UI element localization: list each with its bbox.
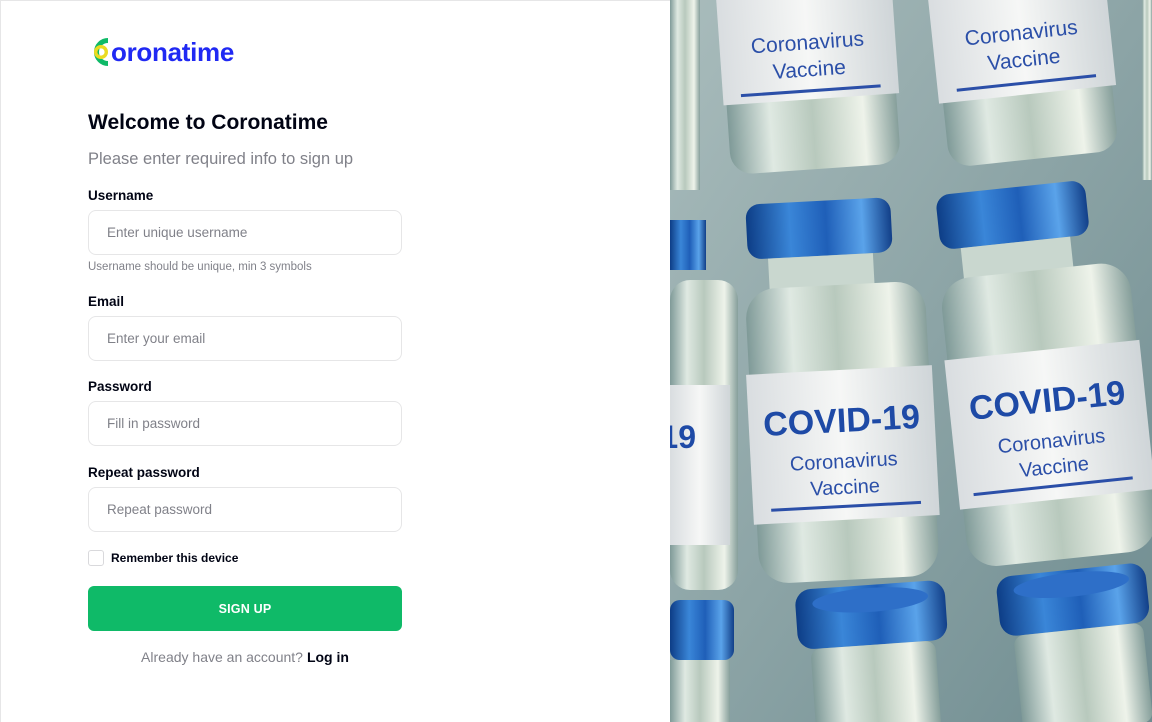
username-input[interactable] [88, 210, 402, 255]
svg-text:Vaccine: Vaccine [810, 475, 881, 501]
email-input[interactable] [88, 316, 402, 361]
remember-device-label[interactable]: Remember this device [111, 551, 238, 565]
password-label: Password [88, 379, 152, 394]
repeat-password-label: Repeat password [88, 465, 200, 480]
logo-mark-icon [93, 38, 109, 66]
repeat-password-input[interactable] [88, 487, 402, 532]
page-subtitle: Please enter required info to sign up [88, 150, 354, 168]
vaccine-vials-image: Coronavirus Vaccine Coronavirus Vaccine … [670, 0, 1152, 722]
username-label: Username [88, 188, 154, 203]
coronatime-logo: oronatime [88, 34, 234, 70]
login-prompt-text: Already have an account? [141, 649, 303, 665]
username-hint: Username should be unique, min 3 symbols [88, 261, 312, 273]
sign-up-button[interactable]: SIGN UP [88, 586, 402, 631]
remember-device-checkbox[interactable] [88, 550, 104, 566]
password-input[interactable] [88, 401, 402, 446]
log-in-link[interactable]: Log in [307, 649, 349, 665]
login-prompt: Already have an account? Log in [88, 649, 402, 665]
logo-text: oronatime [111, 36, 234, 67]
page-title: Welcome to Coronatime [88, 111, 328, 134]
vaccine-vials-illustration: Coronavirus Vaccine Coronavirus Vaccine … [670, 0, 1152, 722]
remember-device-row[interactable]: Remember this device [88, 550, 238, 566]
svg-text:19: 19 [670, 419, 696, 455]
signup-panel: oronatime Welcome to Coronatime Please e… [0, 0, 670, 722]
email-label: Email [88, 294, 125, 309]
